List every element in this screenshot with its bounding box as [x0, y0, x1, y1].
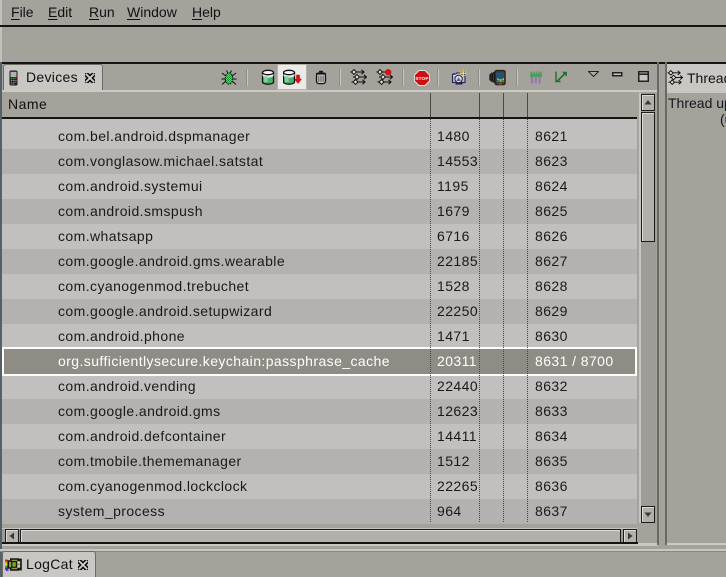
svg-text:STOP: STOP: [415, 76, 428, 81]
